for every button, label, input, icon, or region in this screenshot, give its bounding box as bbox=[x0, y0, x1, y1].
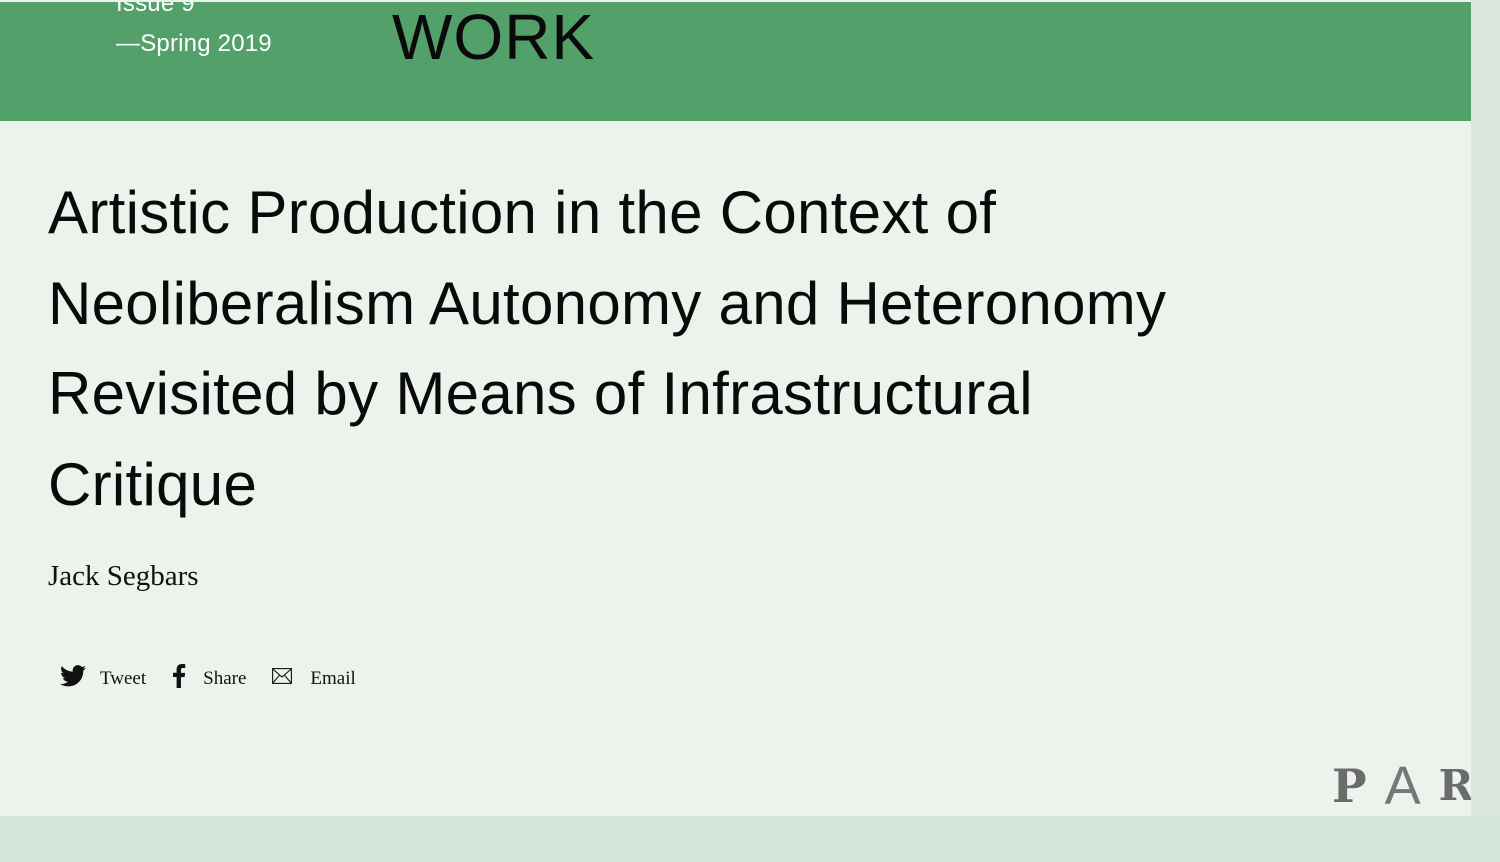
article-author[interactable]: Jack Segbars bbox=[48, 558, 199, 594]
email-icon bbox=[272, 668, 293, 684]
email-label: Email bbox=[310, 668, 356, 689]
share-label: Share bbox=[203, 668, 247, 689]
section-title[interactable]: WORK bbox=[392, 2, 595, 82]
page-footer-band bbox=[0, 816, 1500, 862]
article-title: Artistic Production in the Context of Ne… bbox=[48, 179, 1167, 518]
email-share-button[interactable]: Email bbox=[272, 662, 356, 690]
issue-season: —Spring 2019 bbox=[116, 30, 272, 57]
facebook-icon bbox=[172, 664, 186, 688]
share-bar: Tweet Share Email bbox=[60, 656, 382, 696]
issue-number: Issue 9 bbox=[116, 2, 195, 17]
tweet-button[interactable]: Tweet bbox=[60, 662, 146, 690]
twitter-icon bbox=[60, 665, 86, 687]
scrollbar-gutter bbox=[1471, 0, 1500, 816]
logo-letter-p: P bbox=[1332, 759, 1367, 813]
logo-letter-r: R bbox=[1438, 761, 1471, 810]
issue-info[interactable]: Issue 9 —Spring 2019 bbox=[116, 2, 272, 64]
logo-letter-a: A bbox=[1384, 756, 1421, 816]
site-header: Issue 9 —Spring 2019 WORK bbox=[0, 2, 1471, 121]
pars-logo[interactable]: P A R S bbox=[1332, 756, 1471, 816]
tweet-label: Tweet bbox=[100, 668, 147, 689]
article-page: Issue 9 —Spring 2019 WORK Artistic Produ… bbox=[0, 0, 1471, 816]
facebook-share-button[interactable]: Share bbox=[172, 662, 246, 690]
